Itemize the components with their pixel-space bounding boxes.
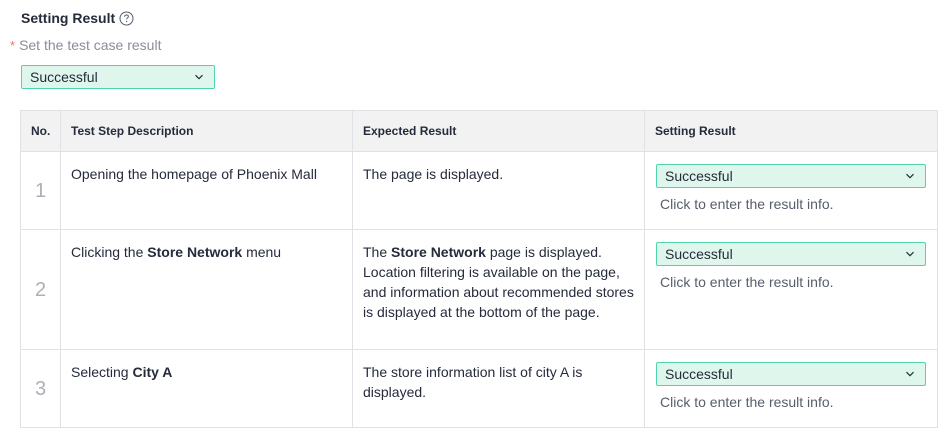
chevron-down-icon — [905, 171, 915, 181]
chevron-down-icon — [905, 249, 915, 259]
chevron-down-icon — [194, 72, 204, 82]
column-header-setting: Setting Result — [644, 110, 938, 152]
required-label-row: * Set the test case result — [10, 37, 161, 53]
step-result-select[interactable]: Successful — [656, 164, 926, 188]
step-number: 2 — [20, 229, 61, 350]
test-steps-table: No. Test Step Description Expected Resul… — [20, 110, 938, 428]
column-header-no: No. — [20, 110, 61, 152]
column-header-description: Test Step Description — [60, 110, 353, 152]
table-row: 1 Opening the homepage of Phoenix Mall T… — [20, 151, 938, 230]
select-value: Successful — [665, 246, 733, 262]
select-value: Successful — [665, 366, 733, 382]
table-row: 2 Clicking the Store Network menu The St… — [20, 229, 938, 350]
select-value: Successful — [665, 168, 733, 184]
test-case-result-select[interactable]: Successful — [21, 65, 215, 89]
select-value: Successful — [30, 69, 98, 85]
required-star: * — [10, 37, 16, 53]
result-info-link[interactable]: Click to enter the result info. — [660, 194, 925, 214]
expected-result: The store information list of city A is … — [352, 349, 645, 428]
table-row: 3 Selecting City A The store information… — [20, 349, 938, 428]
expected-result: The page is displayed. — [352, 151, 645, 230]
step-description: Opening the homepage of Phoenix Mall — [60, 151, 353, 230]
step-description: Clicking the Store Network menu — [60, 229, 353, 350]
setting-result-cell: Successful Click to enter the result inf… — [644, 349, 938, 428]
step-number: 3 — [20, 349, 61, 428]
chevron-down-icon — [905, 369, 915, 379]
question-circle-icon[interactable] — [119, 11, 134, 26]
step-description: Selecting City A — [60, 349, 353, 428]
column-header-expected: Expected Result — [352, 110, 645, 152]
expected-result: The Store Network page is displayed. Loc… — [352, 229, 645, 350]
setting-result-cell: Successful Click to enter the result inf… — [644, 151, 938, 230]
result-info-link[interactable]: Click to enter the result info. — [660, 272, 925, 292]
result-info-link[interactable]: Click to enter the result info. — [660, 392, 925, 412]
section-title: Setting Result — [21, 10, 116, 26]
step-result-select[interactable]: Successful — [656, 242, 926, 266]
section-header: Setting Result — [21, 9, 134, 27]
step-result-select[interactable]: Successful — [656, 362, 926, 386]
required-label: Set the test case result — [19, 37, 162, 53]
table-header-row: No. Test Step Description Expected Resul… — [20, 110, 938, 152]
step-number: 1 — [20, 151, 61, 230]
setting-result-cell: Successful Click to enter the result inf… — [644, 229, 938, 350]
